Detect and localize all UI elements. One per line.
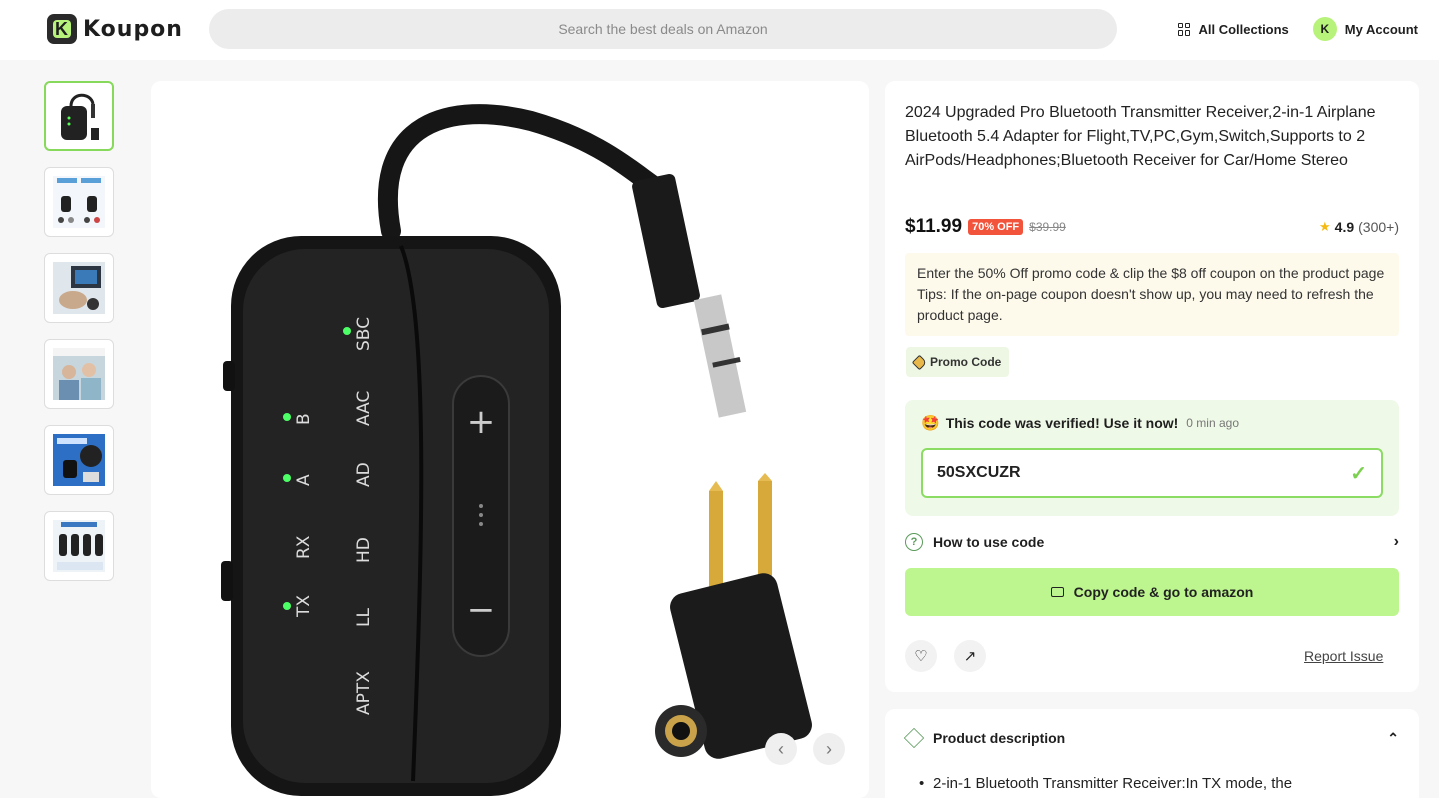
verified-time: 0 min ago xyxy=(1186,416,1239,430)
thumbnail-3[interactable] xyxy=(44,253,114,323)
how-to-label: How to use code xyxy=(933,534,1045,550)
device-label-hd: HD xyxy=(354,537,374,563)
device-label-sbc: SBC xyxy=(354,317,374,351)
code-box: 🤩 This code was verified! Use it now! 0 … xyxy=(905,400,1399,516)
description-header[interactable]: Product description ⌃ xyxy=(903,727,1399,749)
chevron-right-icon: › xyxy=(826,738,832,759)
all-collections-link[interactable]: All Collections xyxy=(1177,21,1289,37)
next-image-button[interactable]: › xyxy=(813,733,845,765)
search-input[interactable]: Search the best deals on Amazon xyxy=(209,9,1117,49)
device-label-ad: AD xyxy=(354,462,374,487)
price-row: $11.99 70% OFF $39.99 ★ 4.9 (300+) xyxy=(905,214,1399,240)
thumbnail-6[interactable] xyxy=(44,511,114,581)
header-actions: All Collections K My Account xyxy=(1177,17,1418,41)
prev-image-button[interactable]: ‹ xyxy=(765,733,797,765)
rating: ★ 4.9 (300+) xyxy=(1319,219,1399,235)
product-photo: + − B A RX TX SBC AAC AD HD LL APTX xyxy=(221,104,812,796)
device-label-aac: AAC xyxy=(354,391,374,426)
grid-icon xyxy=(1177,22,1191,36)
star-eyes-icon: 🤩 xyxy=(921,415,940,432)
thumbnail-image xyxy=(53,176,105,228)
my-account-label: My Account xyxy=(1344,21,1418,37)
discount-badge: 70% OFF xyxy=(968,219,1024,235)
thumbnail-image xyxy=(53,262,105,314)
copy-code-label: Copy code & go to amazon xyxy=(1073,584,1254,600)
koupon-logo[interactable]: K Koupon xyxy=(47,14,183,44)
verified-text: This code was verified! Use it now! xyxy=(945,415,1179,431)
deal-panel: 2024 Upgraded Pro Bluetooth Transmitter … xyxy=(885,81,1419,692)
current-price: $11.99 xyxy=(905,216,963,237)
question-icon: ? xyxy=(905,533,923,551)
thumbnail-image xyxy=(61,93,99,140)
device-label-aptx: APTX xyxy=(354,671,374,715)
svg-text:−: − xyxy=(467,590,496,630)
tag-icon xyxy=(911,354,928,370)
rating-count: (300+) xyxy=(1358,219,1399,235)
logo-mark: K xyxy=(47,14,77,44)
logo-text: Koupon xyxy=(83,16,183,42)
svg-text:+: + xyxy=(467,402,496,442)
promo-code-tag: Promo Code xyxy=(906,347,1010,377)
chevron-right-icon: › xyxy=(1393,533,1399,550)
device-label-tx: TX xyxy=(294,595,314,618)
how-to-use-code[interactable]: ? How to use code › xyxy=(905,530,1399,554)
avatar: K xyxy=(1312,17,1337,41)
share-button[interactable]: ↗ xyxy=(954,640,986,672)
promo-code-value: 50SXCUZR xyxy=(937,464,1021,481)
ticket-icon xyxy=(1050,587,1064,597)
thumbnail-list xyxy=(44,81,114,597)
promo-code-field[interactable]: 50SXCUZR ✓ xyxy=(921,448,1383,498)
my-account-link[interactable]: K My Account xyxy=(1312,17,1418,41)
thumbnail-image xyxy=(53,348,105,400)
chevron-up-icon: ⌃ xyxy=(1387,729,1399,746)
all-collections-label: All Collections xyxy=(1198,21,1289,37)
main-product-image: + − B A RX TX SBC AAC AD HD LL APTX xyxy=(151,81,869,798)
thumbnail-5[interactable] xyxy=(44,425,114,495)
device-label-rx: RX xyxy=(294,535,314,559)
device-label-a: A xyxy=(294,474,314,486)
thumbnail-image xyxy=(53,434,105,486)
original-price: $39.99 xyxy=(1029,220,1066,234)
verified-message: 🤩 This code was verified! Use it now! 0 … xyxy=(921,414,1239,432)
thumbnail-image xyxy=(53,520,105,572)
star-icon: ★ xyxy=(1319,219,1331,234)
box-icon xyxy=(903,727,925,749)
rating-value: 4.9 xyxy=(1334,219,1355,235)
check-icon: ✓ xyxy=(1350,462,1367,485)
thumbnail-1[interactable] xyxy=(44,81,114,151)
thumbnail-2[interactable] xyxy=(44,167,114,237)
thumbnail-4[interactable] xyxy=(44,339,114,409)
search-placeholder: Search the best deals on Amazon xyxy=(558,21,768,37)
report-issue-link[interactable]: Report Issue xyxy=(1304,648,1383,664)
description-panel: Product description ⌃ 2-in-1 Bluetooth T… xyxy=(885,709,1419,798)
device-label-b: B xyxy=(294,413,314,425)
external-link-icon: ↗ xyxy=(963,648,977,665)
top-header: K Koupon Search the best deals on Amazon… xyxy=(0,0,1439,60)
promo-code-label: Promo Code xyxy=(930,355,1002,369)
product-title: 2024 Upgraded Pro Bluetooth Transmitter … xyxy=(905,104,1376,169)
chevron-left-icon: ‹ xyxy=(778,738,784,759)
logo-letter: K xyxy=(55,19,68,39)
description-bullet: 2-in-1 Bluetooth Transmitter Receiver:In… xyxy=(919,775,1292,792)
device-label-ll: LL xyxy=(354,608,374,627)
heart-icon: ♡ xyxy=(914,648,928,665)
description-heading: Product description xyxy=(933,730,1066,746)
copy-code-button[interactable]: Copy code & go to amazon xyxy=(905,568,1399,616)
favorite-button[interactable]: ♡ xyxy=(905,640,937,672)
deal-note: Enter the 50% Off promo code & clip the … xyxy=(905,253,1399,336)
